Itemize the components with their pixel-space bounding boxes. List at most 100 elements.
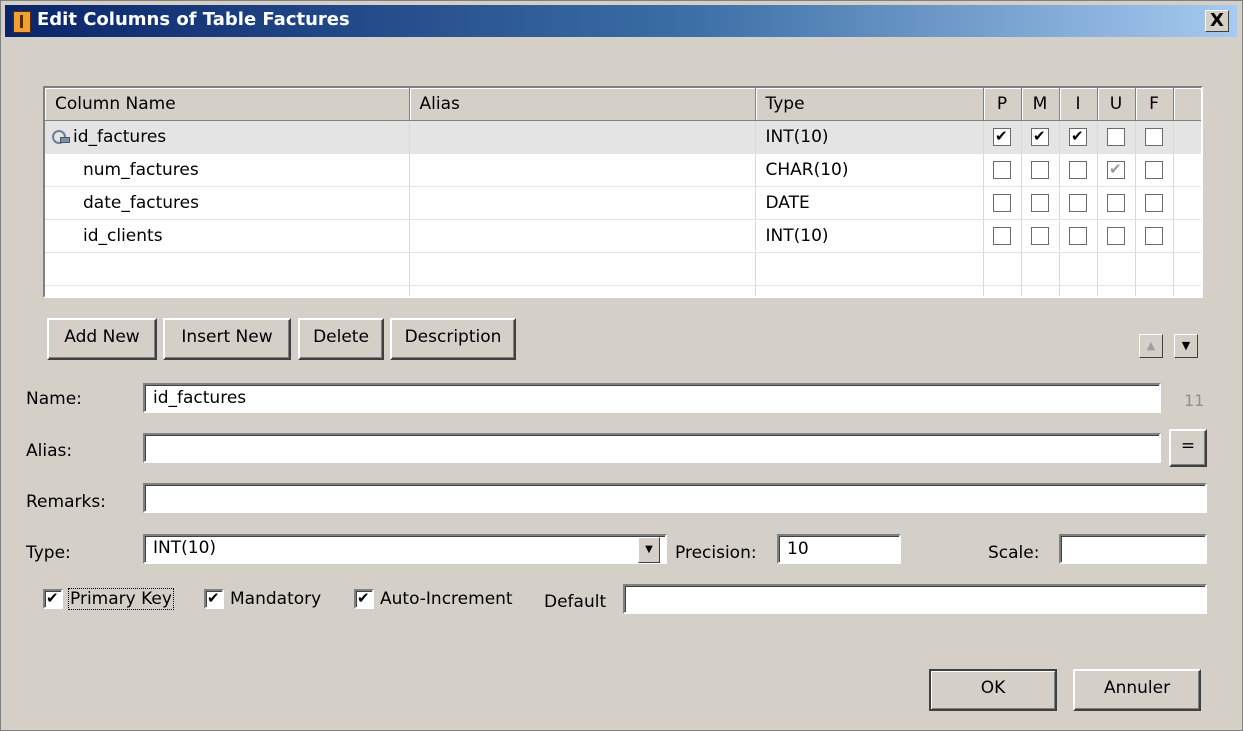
remarks-field[interactable] bbox=[143, 483, 1207, 513]
cell-alias[interactable] bbox=[409, 153, 756, 187]
cell-type[interactable]: INT(10) bbox=[755, 120, 984, 154]
cell-flag-f bbox=[1135, 219, 1174, 253]
table-row[interactable]: id_factures INT(10) bbox=[45, 120, 1201, 154]
cell-filler bbox=[1173, 153, 1201, 187]
table-row[interactable]: id_clients INT(10) bbox=[45, 219, 1201, 253]
ok-button[interactable]: OK bbox=[929, 669, 1057, 711]
flag-m-checkbox[interactable] bbox=[1031, 128, 1049, 146]
mandatory-checkbox[interactable]: Mandatory bbox=[204, 589, 321, 609]
alias-field[interactable] bbox=[143, 433, 1161, 463]
empty-row bbox=[45, 252, 1201, 286]
delete-button[interactable]: Delete bbox=[298, 318, 384, 360]
header-mandatory[interactable]: M bbox=[1021, 88, 1060, 121]
empty-cell bbox=[1135, 285, 1174, 296]
flag-i-checkbox[interactable] bbox=[1069, 227, 1087, 245]
flag-u-checkbox[interactable] bbox=[1107, 161, 1125, 179]
flag-m-checkbox[interactable] bbox=[1031, 227, 1049, 245]
empty-cell bbox=[1097, 285, 1136, 296]
cell-filler bbox=[1173, 186, 1201, 220]
primary-key-checkbox[interactable]: Primary Key bbox=[43, 588, 174, 610]
mandatory-label: Mandatory bbox=[230, 589, 322, 609]
default-field[interactable] bbox=[623, 584, 1207, 614]
flag-u-checkbox[interactable] bbox=[1107, 227, 1125, 245]
cell-flag-i bbox=[1059, 153, 1098, 187]
auto-increment-check-icon bbox=[354, 589, 374, 609]
header-unique[interactable]: U bbox=[1097, 88, 1136, 121]
empty-cell bbox=[1135, 252, 1174, 286]
header-type[interactable]: Type bbox=[755, 88, 984, 121]
insert-new-button[interactable]: Insert New bbox=[163, 318, 291, 360]
flag-f-checkbox[interactable] bbox=[1145, 128, 1163, 146]
cell-alias[interactable] bbox=[409, 186, 756, 220]
cancel-button[interactable]: Annuler bbox=[1073, 669, 1201, 711]
empty-cell bbox=[45, 285, 410, 296]
flag-p-checkbox[interactable] bbox=[993, 227, 1011, 245]
flag-m-checkbox[interactable] bbox=[1031, 194, 1049, 212]
empty-row bbox=[45, 285, 1201, 296]
flag-p-checkbox[interactable] bbox=[993, 194, 1011, 212]
cell-flag-f bbox=[1135, 153, 1174, 187]
name-field[interactable] bbox=[143, 383, 1161, 413]
flag-m-checkbox[interactable] bbox=[1031, 161, 1049, 179]
columns-table: Column Name Alias Type P M I U F id_fact… bbox=[43, 86, 1203, 298]
flag-f-checkbox[interactable] bbox=[1145, 227, 1163, 245]
cell-type[interactable]: DATE bbox=[755, 186, 984, 220]
add-new-button[interactable]: Add New bbox=[47, 318, 157, 360]
title-bar[interactable]: Edit Columns of Table Factures X bbox=[5, 5, 1237, 37]
move-down-button[interactable]: ▼ bbox=[1174, 334, 1198, 358]
cell-flag-u bbox=[1097, 120, 1136, 154]
auto-increment-checkbox[interactable]: Auto-Increment bbox=[354, 589, 513, 609]
type-select[interactable]: INT(10) bbox=[143, 534, 667, 564]
flag-p-checkbox[interactable] bbox=[993, 161, 1011, 179]
close-button[interactable]: X bbox=[1205, 10, 1229, 32]
header-increment[interactable]: I bbox=[1059, 88, 1098, 121]
chevron-down-icon: ▼ bbox=[645, 544, 653, 555]
flag-i-checkbox[interactable] bbox=[1069, 194, 1087, 212]
name-length-counter: 11 bbox=[1184, 391, 1205, 410]
cell-column-name[interactable]: num_factures bbox=[45, 153, 410, 187]
header-foreign[interactable]: F bbox=[1135, 88, 1174, 121]
type-dropdown-button[interactable]: ▼ bbox=[638, 537, 660, 563]
cell-column-name[interactable]: id_clients bbox=[45, 219, 410, 253]
cell-column-name[interactable]: date_factures bbox=[45, 186, 410, 220]
cell-alias[interactable] bbox=[409, 120, 756, 154]
type-label: Type: bbox=[26, 543, 71, 563]
flag-i-checkbox[interactable] bbox=[1069, 161, 1087, 179]
flag-f-checkbox[interactable] bbox=[1145, 161, 1163, 179]
mandatory-check-icon bbox=[204, 589, 224, 609]
cell-type[interactable]: CHAR(10) bbox=[755, 153, 984, 187]
description-button[interactable]: Description bbox=[390, 318, 516, 360]
flag-f-checkbox[interactable] bbox=[1145, 194, 1163, 212]
empty-cell bbox=[1021, 252, 1060, 286]
alias-label: Alias: bbox=[26, 441, 73, 461]
cell-flag-f bbox=[1135, 186, 1174, 220]
arrow-up-icon: ▲ bbox=[1146, 339, 1156, 352]
flag-u-checkbox[interactable] bbox=[1107, 128, 1125, 146]
flag-p-checkbox[interactable] bbox=[993, 128, 1011, 146]
alias-equal-button[interactable]: = bbox=[1169, 429, 1207, 467]
header-alias[interactable]: Alias bbox=[409, 88, 756, 121]
cell-flag-u bbox=[1097, 219, 1136, 253]
precision-field[interactable] bbox=[777, 534, 901, 564]
table-row[interactable]: date_factures DATE bbox=[45, 186, 1201, 220]
cell-alias[interactable] bbox=[409, 219, 756, 253]
move-up-button[interactable]: ▲ bbox=[1139, 334, 1163, 358]
empty-cell bbox=[1059, 285, 1098, 296]
cell-flag-p bbox=[983, 219, 1022, 253]
table-row[interactable]: num_factures CHAR(10) bbox=[45, 153, 1201, 187]
header-column-name[interactable]: Column Name bbox=[45, 88, 410, 121]
cell-type[interactable]: INT(10) bbox=[755, 219, 984, 253]
header-filler bbox=[1173, 88, 1201, 121]
cell-flag-m bbox=[1021, 120, 1060, 154]
cell-column-name[interactable]: id_factures bbox=[45, 120, 410, 154]
column-name-text: num_factures bbox=[83, 160, 199, 180]
empty-cell bbox=[1059, 252, 1098, 286]
column-name-text: id_factures bbox=[73, 127, 167, 147]
flag-u-checkbox[interactable] bbox=[1107, 194, 1125, 212]
header-primary[interactable]: P bbox=[983, 88, 1022, 121]
primary-key-label: Primary Key bbox=[68, 588, 174, 610]
scale-field[interactable] bbox=[1059, 534, 1207, 564]
cell-filler bbox=[1173, 120, 1201, 154]
empty-cell bbox=[45, 252, 410, 286]
flag-i-checkbox[interactable] bbox=[1069, 128, 1087, 146]
